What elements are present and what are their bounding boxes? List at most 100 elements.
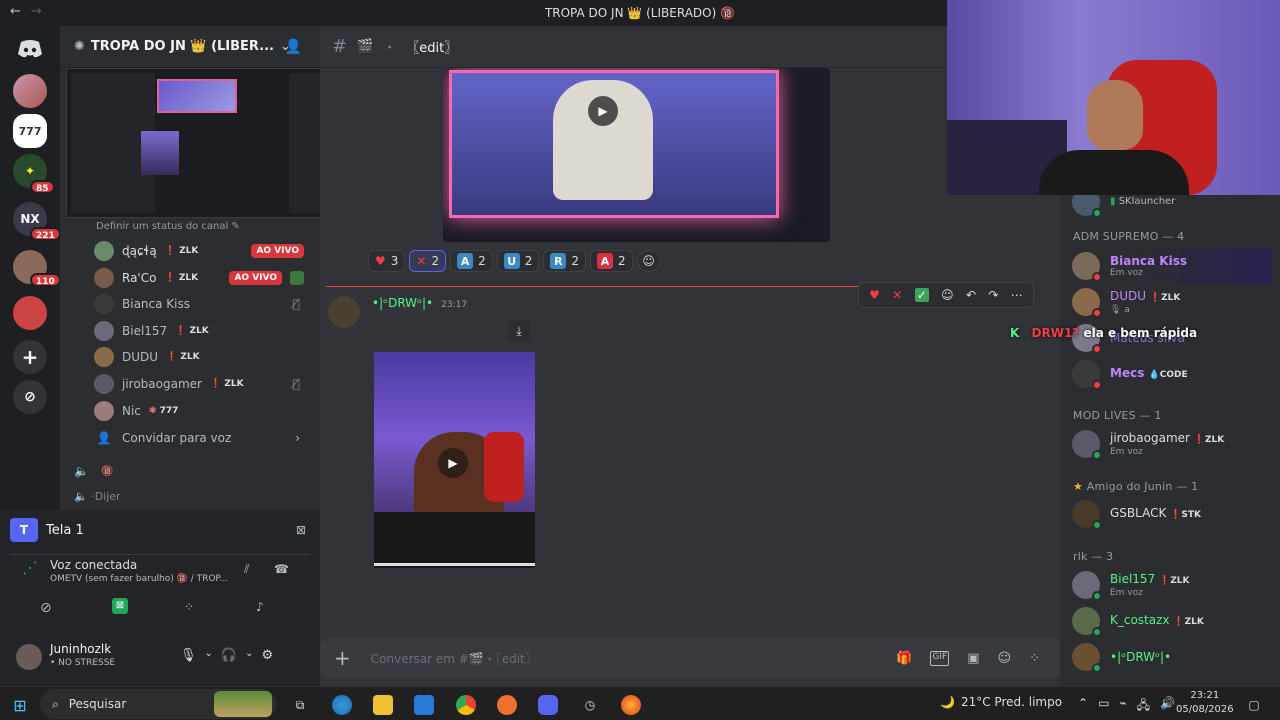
member-item[interactable]: •|ᵒDRWᵒ|• xyxy=(1072,639,1272,675)
check-reaction-icon[interactable]: ✓ xyxy=(914,288,929,302)
noise-suppression-icon[interactable]: ⫽ xyxy=(244,562,249,577)
search-highlight-image xyxy=(214,691,272,717)
new-messages-divider xyxy=(326,286,920,287)
add-reaction-icon[interactable]: ☺ xyxy=(636,250,661,272)
screen-share-row[interactable]: T Tela 1 ⊠ xyxy=(10,514,306,546)
screen-share-icon[interactable]: ⊠ xyxy=(112,598,128,614)
member-item[interactable]: DUDU ❗ZLK 🎙 a xyxy=(1072,284,1272,320)
taskbar-search[interactable]: ⌕ Pesquisar xyxy=(40,689,276,719)
member-item[interactable]: Biel157 ❗ZLK Em voz xyxy=(1072,567,1272,603)
message-toolbar: ♥ ✕ ✓ ☺ ↶ ↷ ⋯ xyxy=(858,282,1034,308)
usb-icon[interactable]: ⌁ xyxy=(1119,696,1126,717)
headphones-icon[interactable]: 🎧 xyxy=(221,648,237,663)
notification-icon[interactable]: ▢ xyxy=(1244,695,1264,715)
server-header[interactable]: ✺ TROPA DO JN 👑 (LIBER... ⌄ 👤 xyxy=(60,26,320,68)
reaction-heart[interactable]: ♥ 3 xyxy=(368,250,406,272)
reaction-a[interactable]: A2 xyxy=(450,250,493,272)
windows-start-icon[interactable]: ⊞ xyxy=(10,695,30,715)
back-arrow-icon[interactable]: ← xyxy=(10,4,21,19)
reaction-r[interactable]: R2 xyxy=(543,250,587,272)
discord-taskbar-icon[interactable] xyxy=(538,695,558,715)
activities-icon[interactable]: ⁘ xyxy=(184,600,194,614)
voice-user[interactable]: Bianca Kiss 🎙̸ xyxy=(94,291,304,317)
more-icon[interactable]: ⋯ xyxy=(1011,288,1023,302)
server-icon[interactable] xyxy=(13,296,47,330)
add-server-icon[interactable]: + xyxy=(13,340,47,374)
emoji-icon[interactable]: ☺ xyxy=(998,651,1012,666)
user-info[interactable]: Juninhozlk • NO STRESSE xyxy=(50,642,115,668)
soundboard-icon[interactable]: ♪ xyxy=(256,600,264,614)
camera-off-icon[interactable]: ⊘ xyxy=(40,600,52,616)
voice-user[interactable]: Biel157 ❗ ZLK xyxy=(94,318,304,344)
member-item[interactable]: Bianca Kiss Em voz xyxy=(1072,248,1272,284)
explore-icon[interactable]: ⊘ xyxy=(13,380,47,414)
gif-icon[interactable]: GIF xyxy=(930,650,950,666)
voice-channel[interactable]: 🔈 🔞 xyxy=(74,464,113,478)
voice-connected-label: Voz conectada xyxy=(50,558,138,572)
gift-icon[interactable]: 🎁 xyxy=(896,651,912,666)
forward-icon[interactable]: ↷ xyxy=(988,288,998,302)
forward-arrow-icon[interactable]: → xyxy=(31,4,42,19)
member-item[interactable]: Mecs 💧CODE xyxy=(1072,356,1272,392)
server-badge: 221 xyxy=(30,227,61,241)
voice-user[interactable]: DUDU ❗ ZLK xyxy=(94,344,304,370)
chevron-down-icon[interactable]: ⌄ xyxy=(245,648,253,663)
reaction-u[interactable]: U2 xyxy=(496,250,540,272)
weather-widget[interactable]: 🌙 21°C Pred. limpo xyxy=(940,695,1062,709)
member-item[interactable]: jirobaogamer ❗ZLK Em voz xyxy=(1072,426,1272,462)
message-input[interactable]: Conversar em #🎬・〖edit〗 xyxy=(371,650,537,667)
apps-icon[interactable]: ⁘ xyxy=(1029,651,1040,666)
add-reaction-icon[interactable]: ☺ xyxy=(941,288,954,302)
sticker-icon[interactable]: ▣ xyxy=(967,651,979,666)
member-group-header: ADM SUPREMO — 4 xyxy=(1073,230,1185,243)
channel-status-prompt[interactable]: Definir um status do canal ✎ xyxy=(96,221,240,232)
clock-app-icon[interactable]: ◷ xyxy=(580,695,600,715)
firefox-icon[interactable] xyxy=(621,695,641,715)
video-embed[interactable]: ▶ xyxy=(443,68,830,242)
user-avatar[interactable] xyxy=(16,644,42,670)
disconnect-icon[interactable]: ☎ xyxy=(274,562,289,576)
edge-icon[interactable] xyxy=(332,695,352,715)
member-item[interactable]: GSBLACK ❗STK xyxy=(1072,496,1272,532)
store-icon[interactable] xyxy=(414,695,434,715)
volume-icon[interactable]: 🔊 xyxy=(1160,696,1175,717)
member-group-header: rlk — 3 xyxy=(1073,550,1114,563)
discord-home-icon[interactable] xyxy=(13,32,47,66)
voice-user[interactable]: Ra'Co ❗ ZLK AO VIVO xyxy=(94,265,304,291)
chrome-icon[interactable] xyxy=(456,695,476,715)
connection-icon[interactable]: ⋰ xyxy=(22,558,38,577)
server-icon-777[interactable]: 777 xyxy=(13,114,47,148)
author-avatar[interactable] xyxy=(328,296,360,328)
chevron-down-icon[interactable]: ⌄ xyxy=(205,648,213,663)
add-attachment-icon[interactable]: + xyxy=(334,646,351,670)
voice-user[interactable]: Nic ❃ 777 xyxy=(94,398,304,424)
invite-to-voice[interactable]: 👤 Convidar para voz › xyxy=(94,425,304,451)
download-icon[interactable]: ⤓ xyxy=(508,320,530,342)
author-name[interactable]: •|ᵒDRWᵒ|• xyxy=(372,296,433,310)
gear-icon[interactable]: ⚙ xyxy=(261,648,273,663)
reply-icon[interactable]: ↶ xyxy=(966,288,976,302)
network-icon[interactable]: 🖧 xyxy=(1137,696,1150,717)
microphone-icon[interactable]: 🎙 xyxy=(180,648,197,663)
clapper-icon: 🎬 xyxy=(357,39,374,54)
video-attachment[interactable]: ▶ xyxy=(374,352,535,568)
member-item[interactable]: K_costazx ❗ZLK xyxy=(1072,603,1272,639)
reaction-a-red[interactable]: A2 xyxy=(590,250,633,272)
chevron-up-icon[interactable]: ⌃ xyxy=(1078,696,1088,717)
server-avatar[interactable] xyxy=(13,74,47,108)
add-member-icon[interactable]: 👤 xyxy=(285,39,302,55)
stop-share-icon[interactable]: ⊠ xyxy=(296,523,306,537)
channel-name: 〖edit〗 xyxy=(406,41,458,56)
reaction-x[interactable]: ✕ 2 xyxy=(409,250,447,272)
voice-user[interactable]: jirobaogamer ❗ ZLK 🎙̸ xyxy=(94,371,304,397)
task-view-icon[interactable]: ⧉ xyxy=(290,695,310,715)
x-reaction-icon[interactable]: ✕ xyxy=(892,288,902,302)
clock[interactable]: 23:21 05/08/2026 xyxy=(1176,689,1234,717)
stream-preview[interactable] xyxy=(66,68,320,218)
app-icon[interactable] xyxy=(497,695,517,715)
tray-icon[interactable]: ▭ xyxy=(1098,696,1109,717)
heart-reaction-icon[interactable]: ♥ xyxy=(869,288,880,302)
voice-user[interactable]: ɖąɕɬą ❗ ZLK AO VIVO xyxy=(94,238,304,264)
voice-channel[interactable]: 🔈 ⋅Dijer xyxy=(74,490,121,503)
file-explorer-icon[interactable] xyxy=(373,695,393,715)
